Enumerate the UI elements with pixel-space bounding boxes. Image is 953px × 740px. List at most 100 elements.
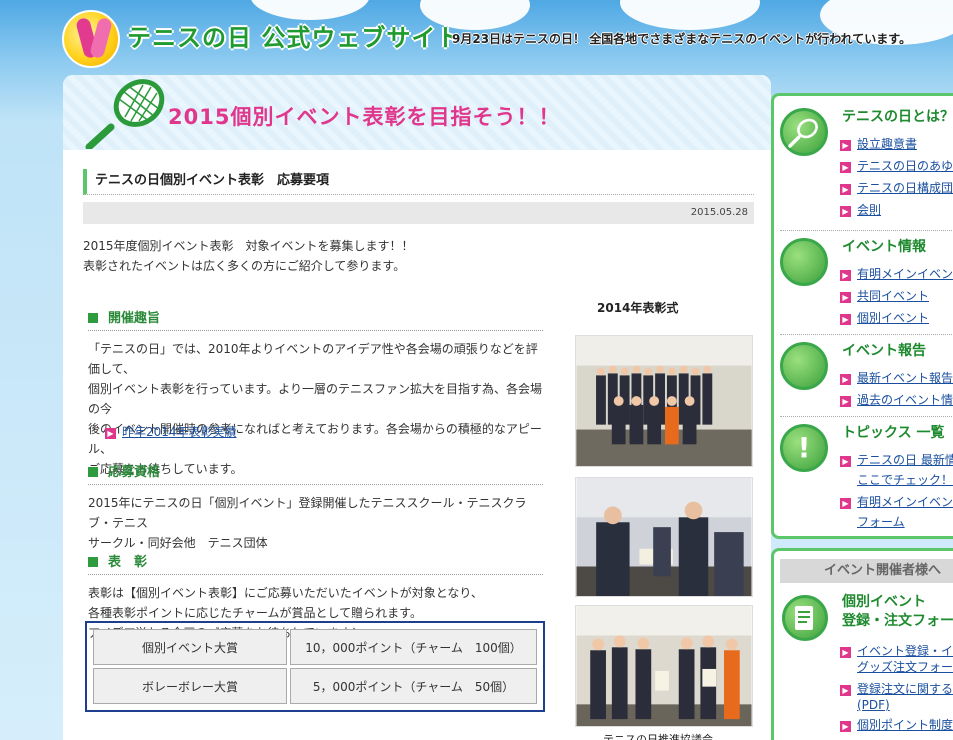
section-heading-purpose: 開催趣旨: [88, 309, 543, 331]
cloud-decoration: [250, 0, 370, 20]
sidebar-heading[interactable]: トピックス 一覧: [842, 422, 944, 442]
sidebar-link[interactable]: テニスの日構成団体: [857, 181, 953, 195]
sidebar-link[interactable]: 個別イベント: [857, 311, 929, 325]
arrow-right-icon: ▶: [840, 456, 851, 467]
arrow-right-icon: ▶: [840, 374, 851, 385]
site-title[interactable]: テニスの日 公式ウェブサイト: [127, 18, 461, 53]
award-prize: 5，000ポイント（チャーム 50個）: [290, 668, 537, 704]
sidebar-link[interactable]: 過去のイベント情報: [857, 393, 953, 407]
sidebar-item[interactable]: ▶ 登録注文に関するご: [840, 681, 953, 697]
sidebar-item[interactable]: ▶ 設立趣意書: [840, 136, 953, 158]
arrow-right-icon: ▶: [840, 292, 851, 303]
sidebar-link[interactable]: 会則: [857, 203, 881, 217]
arrow-right-icon: ▶: [840, 685, 851, 696]
divider: [780, 334, 953, 335]
arrow-right-icon: ▶: [840, 140, 851, 151]
divider: [780, 416, 953, 417]
square-bullet-icon: [88, 557, 98, 567]
arrow-right-icon: ▶: [840, 206, 851, 217]
sidebar-link[interactable]: イベント登録・イベン: [857, 644, 953, 658]
cloud-decoration: [620, 0, 760, 30]
square-bullet-icon: [88, 313, 98, 323]
sidebar-item[interactable]: (PDF): [840, 697, 953, 717]
sidebar-item[interactable]: ▶ テニスの日構成団体: [840, 180, 953, 202]
sidebar-item[interactable]: ▶ 過去のイベント情報: [840, 392, 953, 414]
article-date: 2015.05.28: [83, 202, 754, 224]
sidebar-link[interactable]: 登録注文に関するご: [857, 682, 953, 696]
sidebar-nav: テニスの日とは？ ▶ 設立趣意書 ▶ テニスの日のあゆみ ▶ テニスの日構成団体 ▶ 会…: [771, 93, 953, 539]
tennis-ball-icon: [780, 238, 828, 286]
award-name: ボレーボレー大賞: [93, 668, 288, 704]
article-intro: 2015年度個別イベント表彰 対象イベントを募集します！！ 表彰されたイベントは…: [83, 236, 543, 276]
arrow-right-icon: ▶: [840, 162, 851, 173]
award-prize: 10，000ポイント（チャーム 100個）: [290, 629, 537, 665]
photo-caption: 2014年表彰式: [597, 301, 679, 315]
sidebar-item[interactable]: グッズ注文フォーム: [840, 659, 953, 681]
table-row: 個別イベント大賞 10，000ポイント（チャーム 100個）: [93, 629, 537, 665]
arrow-right-icon: ▶: [840, 647, 851, 658]
sidebar-link[interactable]: フォーム: [857, 515, 905, 529]
awards-table: 個別イベント大賞 10，000ポイント（チャーム 100個） ボレーボレー大賞 …: [85, 621, 545, 712]
arrow-right-icon: ▶: [105, 428, 116, 439]
sidebar-link[interactable]: ここでチェック！: [857, 473, 953, 487]
table-row: ボレーボレー大賞 5，000ポイント（チャーム 50個）: [93, 668, 537, 704]
racket-icon: [780, 108, 828, 156]
racket-icon: [85, 79, 165, 149]
divider: [780, 230, 953, 231]
arrow-right-icon: ▶: [840, 184, 851, 195]
photo-caption: テニスの日推進協議会: [603, 733, 713, 740]
sidebar-link[interactable]: 個別ポイント制度に: [857, 718, 953, 732]
link-2014-results-text[interactable]: 昨年2014年表彰実績: [122, 425, 237, 439]
group-photo[interactable]: [575, 605, 753, 727]
article-title: テニスの日個別イベント表彰 応募要項: [83, 169, 754, 195]
banner-title: 2015個別イベント表彰を目指そう！！: [168, 105, 561, 129]
sidebar-heading: イベント開催者様へ: [780, 559, 953, 583]
site-tagline: 9月23日はテニスの日！ 全国各地でさまざまなテニスのイベントが行われています。: [452, 32, 912, 46]
form-icon: [782, 595, 828, 641]
tennis-ball-icon: [780, 342, 828, 390]
sidebar-item[interactable]: ▶ テニスの日 最新情報: [840, 452, 953, 472]
sidebar-heading[interactable]: イベント報告: [842, 340, 926, 360]
square-bullet-icon: [88, 467, 98, 477]
sidebar-item[interactable]: ここでチェック！: [840, 472, 953, 494]
section-heading-awards: 表 彰: [88, 553, 543, 575]
sidebar-link[interactable]: 最新イベント報告: [857, 371, 953, 385]
sidebar-item[interactable]: ▶ 共同イベント: [840, 288, 953, 310]
exclamation-icon: !: [780, 424, 828, 472]
sidebar-link[interactable]: 有明メインイベント参: [857, 495, 953, 509]
sidebar-link[interactable]: グッズ注文フォーム: [857, 660, 953, 674]
link-2014-results[interactable]: ▶ 昨年2014年表彰実績: [105, 424, 237, 440]
intro-line: 2015年度個別イベント表彰 対象イベントを募集します！！: [83, 239, 414, 253]
sidebar-link[interactable]: テニスの日 最新情報: [857, 453, 953, 467]
site-logo[interactable]: [62, 10, 120, 68]
sidebar-item[interactable]: ▶ 会則: [840, 202, 953, 224]
site-header: テニスの日 公式ウェブサイト 9月23日はテニスの日！ 全国各地でさまざまなテニ…: [0, 0, 953, 75]
arrow-right-icon: ▶: [840, 721, 851, 732]
section-body-eligibility: 2015年にテニスの日「個別イベント」登録開催したテニススクール・テニスクラブ・…: [88, 496, 527, 550]
sidebar-item[interactable]: ▶ 最新イベント報告: [840, 370, 953, 392]
sidebar-item[interactable]: ▶ 有明メインイベント: [840, 266, 953, 288]
sidebar-link[interactable]: 有明メインイベント: [857, 267, 953, 281]
sidebar-heading[interactable]: テニスの日とは？: [842, 106, 953, 126]
sidebar-link[interactable]: 共同イベント: [857, 289, 929, 303]
organizer-title[interactable]: 個別イベント 登録・注文フォーム: [842, 593, 953, 631]
award-name: 個別イベント大賞: [93, 629, 288, 665]
sidebar-item[interactable]: ▶ 個別イベント: [840, 310, 953, 332]
arrow-right-icon: ▶: [840, 498, 851, 509]
sidebar-item[interactable]: ▶ テニスの日のあゆみ: [840, 158, 953, 180]
sidebar-item[interactable]: ▶ イベント登録・イベン: [840, 643, 953, 659]
sidebar-item[interactable]: ▶ 有明メインイベント参: [840, 494, 953, 514]
sidebar-heading[interactable]: イベント情報: [842, 236, 926, 256]
sidebar-link[interactable]: (PDF): [857, 698, 890, 712]
arrow-right-icon: ▶: [840, 396, 851, 407]
sidebar-item[interactable]: フォーム: [840, 514, 953, 534]
section-heading-eligibility: 応募資格: [88, 463, 543, 485]
award-handover-photo[interactable]: [575, 477, 753, 597]
ceremony-photo[interactable]: [575, 335, 753, 467]
sidebar-item[interactable]: ▶ 個別ポイント制度に: [840, 717, 953, 733]
arrow-right-icon: ▶: [840, 270, 851, 281]
page-banner: 2015個別イベント表彰を目指そう！！: [63, 75, 771, 150]
section-body-purpose: 「テニスの日」では、2010年よりイベントのアイデア性や各会場の頑張りなどを評価…: [88, 342, 542, 476]
sidebar-link[interactable]: テニスの日のあゆみ: [857, 159, 953, 173]
sidebar-link[interactable]: 設立趣意書: [857, 137, 917, 151]
